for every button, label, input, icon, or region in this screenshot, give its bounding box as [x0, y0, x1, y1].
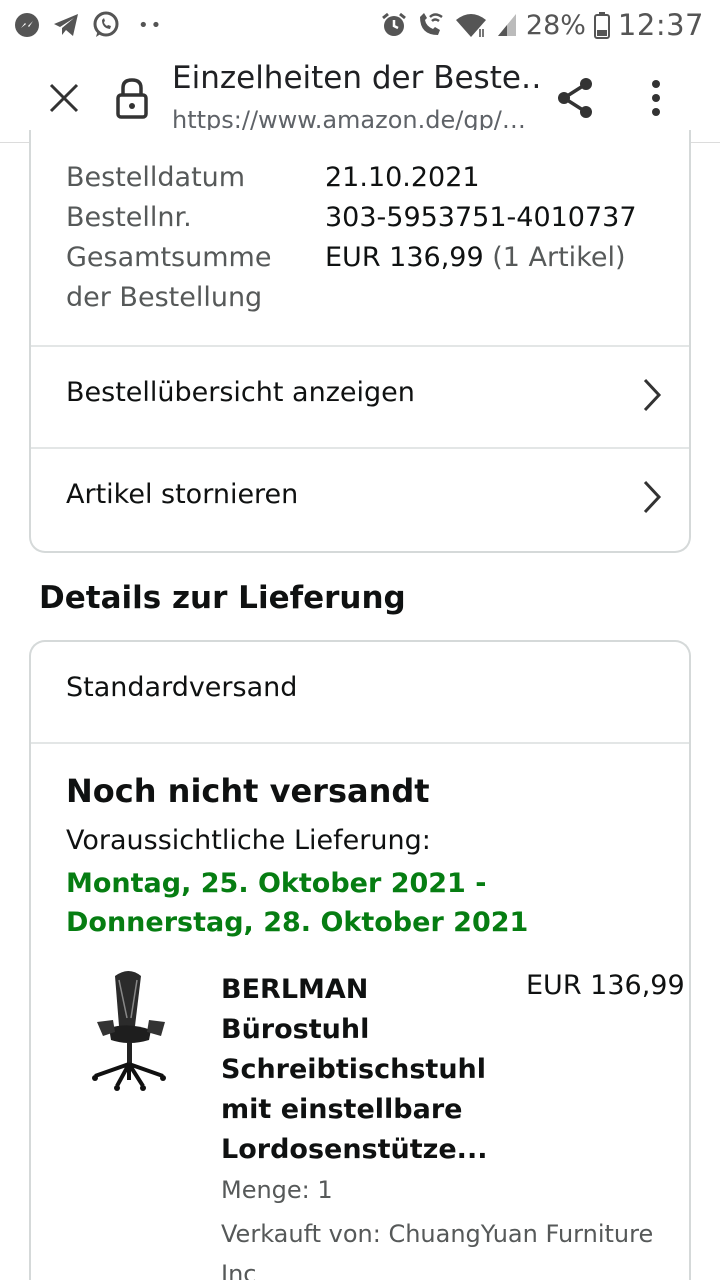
order-date-label: Bestelldatum — [66, 162, 246, 193]
product-quantity: Menge: 1 — [221, 1176, 333, 1204]
order-total-row: Gesamtsumme der Bestellung EUR 136,99 (1… — [66, 238, 626, 318]
divider — [31, 742, 689, 744]
order-total-label-line2: der Bestellung — [66, 282, 263, 313]
chevron-right-icon — [643, 378, 662, 412]
order-info-card: Bestelldatum 21.10.2021 Bestellnr. 303-5… — [29, 130, 691, 553]
delivery-card: Standardversand Noch nicht versandt Vora… — [29, 640, 691, 1280]
order-number-value: 303-5953751-4010737 — [325, 202, 637, 233]
signal-icon — [497, 14, 516, 36]
order-item-count: (1 Artikel) — [492, 242, 626, 273]
estimated-delivery-label: Voraussichtliche Lieferung: — [66, 825, 431, 856]
clock: 12:37 — [617, 8, 704, 42]
product-image[interactable] — [89, 968, 169, 1094]
order-number-label: Bestellnr. — [66, 202, 192, 233]
page-title[interactable]: Einzelheiten der Beste… — [172, 60, 542, 96]
order-total-value: EUR 136,99 (1 Artikel) — [325, 238, 626, 278]
cancel-items-label: Artikel stornieren — [66, 479, 299, 510]
view-order-summary-link[interactable]: Bestellübersicht anzeigen — [31, 347, 689, 447]
close-button[interactable] — [40, 74, 88, 122]
wifi-call-icon — [419, 13, 443, 35]
product-price: EUR 136,99 — [526, 970, 685, 1001]
chevron-right-icon — [643, 480, 662, 514]
order-number-row: Bestellnr. 303-5953751-4010737 — [66, 198, 637, 238]
telegram-icon — [54, 14, 78, 36]
product-seller: Verkauft von: ChuangYuan Furniture Inc — [221, 1220, 654, 1280]
status-bar: •• 28% 12:37 — [0, 0, 720, 50]
order-date-value: 21.10.2021 — [325, 162, 480, 193]
estimated-delivery-date: Montag, 25. Oktober 2021 - Donnerstag, 2… — [66, 868, 529, 938]
lock-icon[interactable] — [114, 76, 150, 120]
messenger-icon — [15, 13, 39, 37]
cancel-items-link[interactable]: Artikel stornieren — [31, 449, 689, 549]
order-date-row: Bestelldatum 21.10.2021 — [66, 158, 480, 198]
notification-icons: •• — [14, 10, 163, 40]
shipping-method: Standardversand — [66, 672, 298, 703]
more-notifications-icon: •• — [138, 14, 164, 36]
battery-icon — [593, 12, 610, 39]
close-icon — [49, 83, 79, 113]
product-title-link[interactable]: BERLMAN Bürostuhl Schreibtischstuhl mit … — [221, 970, 487, 1170]
shipment-status: Noch nicht versandt — [66, 772, 430, 810]
whatsapp-icon — [93, 11, 119, 37]
order-total-label-line1: Gesamtsumme — [66, 242, 272, 273]
view-order-summary-label: Bestellübersicht anzeigen — [66, 377, 415, 408]
battery-percent: 28% — [525, 9, 586, 41]
more-options-icon[interactable] — [636, 74, 676, 122]
alarm-icon — [381, 12, 406, 36]
share-icon[interactable] — [552, 74, 600, 122]
order-total-amount: EUR 136,99 — [325, 242, 484, 273]
wifi-icon — [455, 14, 486, 37]
system-indicators: 28% 12:37 — [380, 8, 704, 42]
delivery-section-title: Details zur Lieferung — [39, 580, 406, 616]
